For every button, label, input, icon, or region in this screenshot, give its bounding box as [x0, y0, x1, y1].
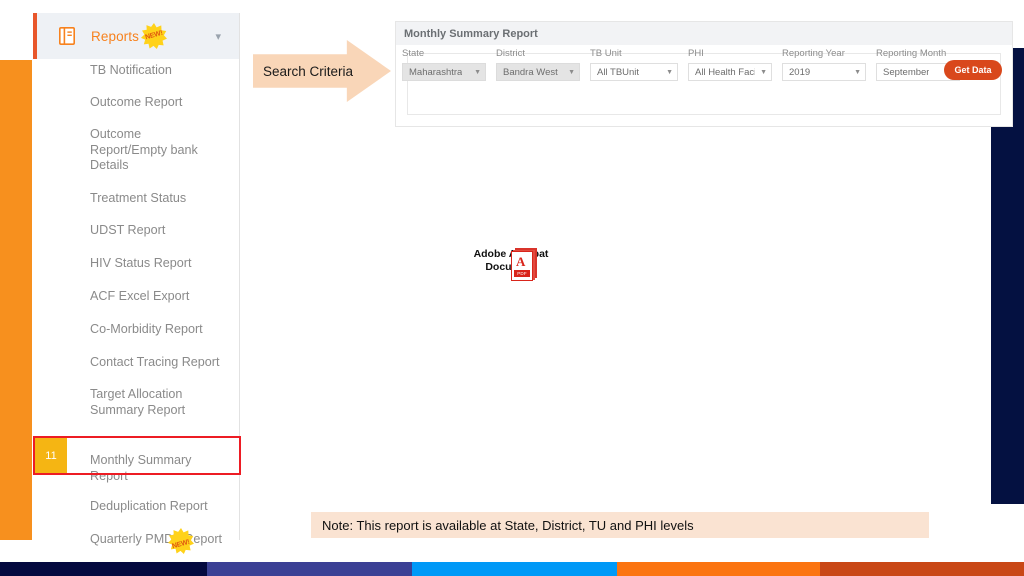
pdf-tag-label: PDF [514, 270, 530, 277]
sidebar-header-label: Reports [91, 28, 139, 44]
chevron-down-icon: ▼ [474, 68, 481, 76]
note-text: Note: This report is available at State,… [322, 517, 694, 533]
field-reporting-year: Reporting Year 2019 ▼ [782, 48, 866, 81]
sidebar-item-udst-report[interactable]: UDST Report [33, 223, 239, 239]
tb-unit-select[interactable]: All TBUnit ▼ [590, 63, 678, 81]
callout-step-number: 11 [35, 438, 67, 473]
footer-segment-3 [412, 562, 617, 576]
sidebar-item-label: Co-Morbidity Report [90, 322, 203, 336]
reporting-month-select-value: September [883, 66, 930, 78]
field-tb-unit: TB Unit All TBUnit ▼ [590, 48, 678, 81]
sidebar-item-hiv-status-report[interactable]: HIV Status Report [33, 256, 239, 272]
sidebar-item-contact-tracing-report[interactable]: Contact Tracing Report [33, 355, 250, 371]
sidebar-item-quarterly-pmdt-report[interactable]: Quarterly PMDT Report NEW! [33, 528, 250, 554]
phi-select-value: All Health Faci [695, 66, 756, 78]
get-data-button[interactable]: Get Data [944, 60, 1002, 80]
adobe-acrobat-document-attachment[interactable]: A PDF Adobe Acrobat Document [470, 248, 552, 281]
monthly-summary-report-panel: Monthly Summary Report State Maharashtra… [396, 22, 1012, 126]
phi-select[interactable]: All Health Faci ▼ [688, 63, 772, 81]
sidebar-item-label: Outcome Report [90, 95, 183, 109]
state-select[interactable]: Maharashtra ▼ [402, 63, 486, 81]
chevron-down-icon: ▼ [568, 68, 575, 76]
sidebar-item-outcome-report[interactable]: Outcome Report [33, 95, 239, 111]
field-label: PHI [688, 48, 704, 59]
chevron-down-icon: ▼ [854, 68, 861, 76]
sidebar-item-acf-excel-export[interactable]: ACF Excel Export [33, 289, 239, 305]
footer-segment-2 [207, 562, 412, 576]
sidebar-item-label: Outcome Report/Empty bank Details [90, 127, 198, 172]
footer-segment-1 [0, 562, 207, 576]
sidebar-item-label: Target Allocation Summary Report [90, 387, 186, 417]
field-label: State [402, 48, 425, 59]
note-banner: Note: This report is available at State,… [311, 512, 929, 538]
panel-title-bar: Monthly Summary Report [396, 22, 1012, 45]
new-badge-icon: NEW! [168, 528, 194, 554]
sidebar-item-tb-notification[interactable]: TB Notification [33, 63, 239, 79]
sidebar-item-treatment-status[interactable]: Treatment Status [33, 191, 239, 207]
footer-segment-5 [820, 562, 1024, 576]
right-navy-accent-block [991, 125, 1024, 504]
field-label: Reporting Month [876, 48, 947, 59]
sidebar-item-label: HIV Status Report [90, 256, 192, 270]
chevron-down-icon: ▼ [760, 68, 767, 76]
field-label: Reporting Year [782, 48, 845, 59]
chevron-down-icon[interactable]: ▾ [215, 30, 221, 43]
sidebar-item-label: Contact Tracing Report [90, 355, 220, 369]
report-book-icon [59, 27, 75, 45]
sidebar-item-label: UDST Report [90, 223, 166, 237]
reporting-year-select[interactable]: 2019 ▼ [782, 63, 866, 81]
sidebar-item-deduplication-report[interactable]: Deduplication Report [33, 499, 239, 515]
sidebar-item-label: Deduplication Report [90, 499, 208, 513]
field-district: District Bandra West ▼ [496, 48, 580, 81]
sidebar-header-reports[interactable]: Reports NEW! ▾ [33, 13, 239, 59]
acrobat-a-glyph: A [516, 254, 526, 269]
district-select-value: Bandra West [503, 66, 558, 78]
left-orange-accent-band [0, 60, 32, 540]
chevron-down-icon: ▼ [666, 68, 673, 76]
field-state: State Maharashtra ▼ [402, 48, 486, 81]
sidebar-item-outcome-report-empty-bank-details[interactable]: Outcome Report/Empty bank Details [33, 127, 225, 174]
footer-segment-4 [617, 562, 820, 576]
tb-unit-select-value: All TBUnit [597, 66, 640, 78]
footer-color-bar [0, 562, 1024, 576]
search-criteria-label: Search Criteria [263, 63, 354, 79]
new-badge-icon: NEW! [140, 23, 167, 49]
field-label: TB Unit [590, 48, 622, 59]
page-title: Monthly Summary Report [404, 27, 538, 40]
right-navy-accent-top [1012, 48, 1024, 126]
reporting-year-select-value: 2019 [789, 66, 811, 78]
state-select-value: Maharashtra [409, 66, 463, 78]
field-phi: PHI All Health Faci ▼ [688, 48, 772, 81]
search-criteria-arrow-callout: Search Criteria [253, 40, 391, 102]
sidebar-item-label: Treatment Status [90, 191, 187, 205]
sidebar-item-co-morbidity-report[interactable]: Co-Morbidity Report [33, 322, 245, 338]
sidebar-item-target-allocation-summary-report[interactable]: Target Allocation Summary Report [33, 387, 215, 418]
district-select[interactable]: Bandra West ▼ [496, 63, 580, 81]
sidebar-item-label: TB Notification [90, 63, 172, 77]
sidebar-item-label: Quarterly PMDT Report [90, 532, 223, 546]
search-criteria-fields: State Maharashtra ▼ District Bandra West… [402, 48, 970, 81]
field-label: District [496, 48, 526, 59]
sidebar-item-label: ACF Excel Export [90, 289, 190, 303]
